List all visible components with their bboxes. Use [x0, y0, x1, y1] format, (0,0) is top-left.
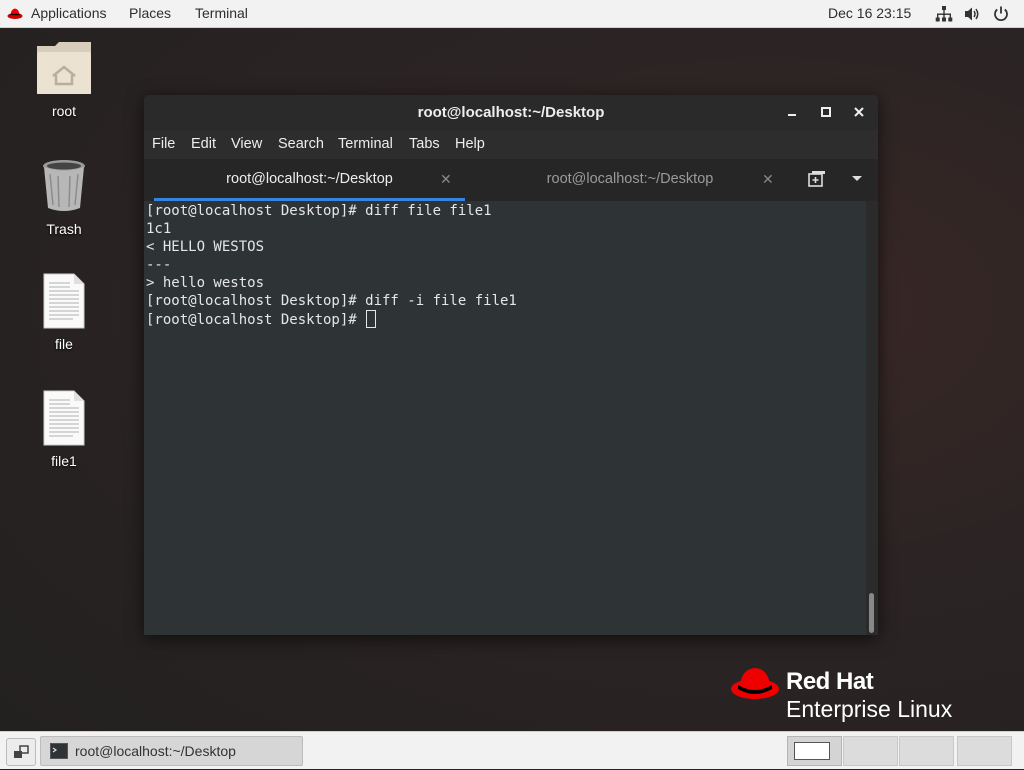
- desktop-icon-trash[interactable]: Trash: [24, 158, 104, 237]
- close-button[interactable]: [850, 103, 868, 121]
- tab-label: root@localhost:~/Desktop: [546, 171, 714, 187]
- minimize-icon: [788, 114, 796, 116]
- menu-help[interactable]: Help: [455, 130, 485, 159]
- desktop-icon-label: file: [55, 336, 73, 352]
- network-icon[interactable]: [935, 5, 953, 23]
- window-titlebar[interactable]: root@localhost:~/Desktop: [144, 95, 878, 130]
- workspace-2[interactable]: [843, 736, 898, 766]
- maximize-icon: [821, 107, 831, 117]
- home-folder-icon: [37, 42, 91, 94]
- tab-close-icon[interactable]: ✕: [762, 159, 774, 199]
- bottom-taskbar: root@localhost:~/Desktop: [0, 731, 1024, 769]
- menu-view[interactable]: View: [231, 130, 262, 159]
- close-icon: [854, 107, 864, 117]
- terminal-line: [root@localhost Desktop]#: [146, 312, 366, 328]
- show-desktop-button[interactable]: [6, 738, 36, 766]
- desktop-icon-file[interactable]: file: [24, 273, 104, 352]
- volume-icon[interactable]: [963, 5, 981, 23]
- tab-label: root@localhost:~/Desktop: [226, 171, 393, 187]
- tab-2[interactable]: root@localhost:~/Desktop ✕: [474, 159, 786, 201]
- menu-edit[interactable]: Edit: [191, 130, 216, 159]
- text-cursor: [366, 310, 377, 328]
- menu-tabs[interactable]: Tabs: [409, 130, 440, 159]
- taskbar-item-label: root@localhost:~/Desktop: [75, 743, 236, 759]
- desktop-icon-label: file1: [51, 453, 77, 469]
- top-bar: Applications Places Terminal Dec 16 23:1…: [0, 0, 1024, 28]
- terminal-prompt-line: [root@localhost Desktop]#: [146, 310, 377, 328]
- menu-file[interactable]: File: [152, 130, 175, 159]
- terminal-line: 1c1: [146, 221, 172, 237]
- minimize-button[interactable]: [783, 103, 801, 121]
- places-menu[interactable]: Places: [129, 0, 171, 27]
- menu-search[interactable]: Search: [278, 130, 324, 159]
- desktop-icon-label: Trash: [46, 221, 82, 237]
- terminal-line: ---: [146, 257, 172, 273]
- show-desktop-icon: [14, 745, 29, 758]
- workspace-4[interactable]: [957, 736, 1012, 766]
- menu-bar: File Edit View Search Terminal Tabs Help: [144, 130, 878, 159]
- terminal-window: root@localhost:~/Desktop File Edit View …: [144, 95, 878, 635]
- desktop-icon-label: root: [51, 103, 77, 119]
- branding-line1: Red Hat: [786, 668, 874, 695]
- tab-bar: root@localhost:~/Desktop ✕ root@localhos…: [144, 159, 878, 201]
- menu-terminal[interactable]: Terminal: [338, 130, 393, 159]
- text-file-icon: [43, 273, 85, 329]
- text-file-icon: [43, 390, 85, 446]
- branding-line2: Enterprise Linux: [786, 696, 953, 722]
- terminal-line: [root@localhost Desktop]# diff file file…: [146, 203, 492, 219]
- redhat-branding: Red Hat Enterprise Linux: [730, 664, 990, 724]
- desktop-icon-file1[interactable]: file1: [24, 390, 104, 469]
- applications-menu[interactable]: Applications: [31, 0, 107, 27]
- window-title: root@localhost:~/Desktop: [417, 104, 605, 121]
- workspace-window-thumb: [794, 742, 830, 760]
- scrollbar[interactable]: [866, 201, 878, 635]
- new-tab-icon[interactable]: [807, 170, 827, 188]
- terminal-app-menu[interactable]: Terminal: [195, 0, 248, 27]
- power-icon[interactable]: [992, 5, 1010, 23]
- tab-1[interactable]: root@localhost:~/Desktop ✕: [154, 159, 465, 201]
- maximize-button[interactable]: [817, 103, 835, 121]
- terminal-line: [root@localhost Desktop]# diff -i file f…: [146, 293, 517, 309]
- workspace-3[interactable]: [899, 736, 954, 766]
- terminal-icon: [50, 743, 68, 759]
- terminal-line: < HELLO WESTOS: [146, 239, 265, 255]
- clock[interactable]: Dec 16 23:15: [828, 0, 911, 27]
- terminal-output[interactable]: [root@localhost Desktop]# diff file file…: [144, 201, 870, 635]
- desktop-icon-root[interactable]: root: [24, 40, 104, 119]
- terminal-line: > hello westos: [146, 275, 265, 291]
- tab-menu-chevron-down-icon[interactable]: [850, 174, 864, 184]
- redhat-logo-icon: [731, 668, 779, 699]
- scrollbar-thumb[interactable]: [869, 593, 874, 633]
- taskbar-item-terminal[interactable]: root@localhost:~/Desktop: [40, 736, 303, 766]
- trash-icon: [43, 160, 85, 211]
- workspace-1[interactable]: [787, 736, 842, 766]
- tab-close-icon[interactable]: ✕: [440, 159, 452, 199]
- redhat-logo-icon: [7, 8, 23, 19]
